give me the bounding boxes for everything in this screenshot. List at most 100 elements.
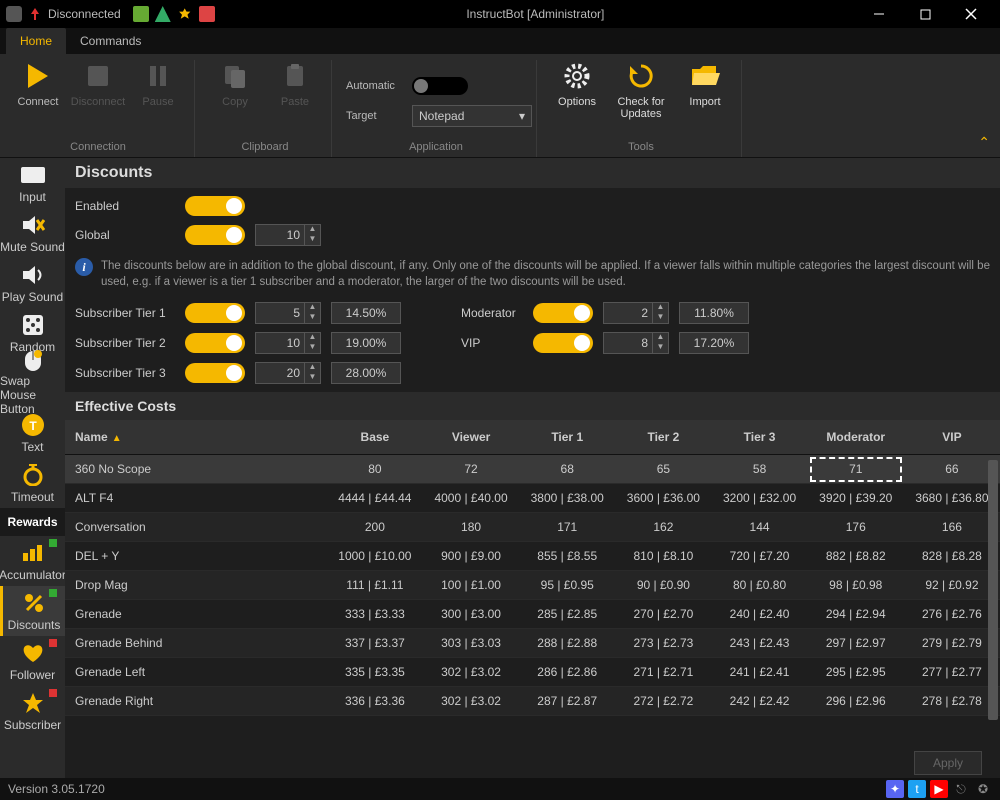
mod-pct: 11.80% [679, 302, 749, 324]
scrollbar[interactable] [988, 460, 998, 720]
close-button[interactable] [948, 0, 994, 28]
tray-icon-2[interactable] [155, 6, 171, 22]
twitter-icon[interactable]: t [908, 780, 926, 798]
tier1-value[interactable]: ▲▼ [255, 302, 321, 324]
spin-down-icon[interactable]: ▼ [304, 235, 320, 245]
link-icon[interactable]: ⎋ [952, 780, 970, 798]
ribbon-collapse[interactable]: ⌃ [978, 134, 990, 151]
automatic-toggle[interactable] [412, 77, 468, 95]
tab-commands[interactable]: Commands [66, 28, 155, 54]
column-header[interactable]: Base [327, 420, 423, 455]
tab-home[interactable]: Home [6, 28, 66, 54]
copy-icon [219, 60, 251, 92]
column-header[interactable]: Tier 2 [615, 420, 711, 455]
mod-switch[interactable] [533, 303, 593, 323]
tier2-switch[interactable] [185, 333, 245, 353]
tray-icon-1[interactable] [133, 6, 149, 22]
tier1-switch[interactable] [185, 303, 245, 323]
spin-down-icon[interactable]: ▼ [652, 313, 668, 323]
apply-button[interactable]: Apply [914, 751, 982, 775]
cell-value: 68 [519, 455, 615, 484]
costs-table: Name▲BaseViewerTier 1Tier 2Tier 3Moderat… [65, 420, 1000, 716]
cell-value: 100 | £1.00 [423, 571, 519, 600]
sidebar-item-discounts[interactable]: Discounts [0, 586, 65, 636]
column-header[interactable]: Viewer [423, 420, 519, 455]
column-header[interactable]: Name▲ [65, 420, 327, 455]
maximize-button[interactable] [902, 0, 948, 28]
cell-value: 1000 | £10.00 [327, 542, 423, 571]
vip-value[interactable]: ▲▼ [603, 332, 669, 354]
automatic-label: Automatic [346, 80, 404, 92]
global-value[interactable]: ▲▼ [255, 224, 321, 246]
cell-value: 271 | £2.71 [615, 658, 711, 687]
sidebar-item-input[interactable]: Input [0, 158, 65, 208]
import-button[interactable]: Import [679, 60, 731, 108]
column-header[interactable]: VIP [904, 420, 1000, 455]
spin-down-icon[interactable]: ▼ [652, 343, 668, 353]
pause-button[interactable]: Pause [132, 60, 184, 108]
sidebar-item-accumulator[interactable]: Accumulator [0, 536, 65, 586]
mod-value[interactable]: ▲▼ [603, 302, 669, 324]
table-row[interactable]: Grenade Right336 | £3.36302 | £3.02287 |… [65, 687, 1000, 716]
sidebar-item-text[interactable]: TText [0, 408, 65, 458]
sidebar-item-follower[interactable]: Follower [0, 636, 65, 686]
sort-asc-icon: ▲ [112, 433, 122, 444]
enabled-switch[interactable] [185, 196, 245, 216]
target-select[interactable]: Notepad ▾ [412, 105, 532, 127]
table-row[interactable]: ALT F44444 | £44.444000 | £40.003800 | £… [65, 484, 1000, 513]
cell-value: 297 | £2.97 [808, 629, 904, 658]
youtube-icon[interactable]: ▶ [930, 780, 948, 798]
sidebar-item-subscriber[interactable]: Subscriber [0, 686, 65, 736]
options-button[interactable]: Options [551, 60, 603, 108]
table-row[interactable]: Grenade Left335 | £3.35302 | £3.02286 | … [65, 658, 1000, 687]
connection-status: Disconnected [6, 6, 121, 22]
sidebar-item-timeout[interactable]: Timeout [0, 458, 65, 508]
mod-label: Moderator [461, 306, 523, 320]
ribbon-group-application: Automatic Target Notepad ▾ Application [342, 60, 537, 157]
table-row[interactable]: Grenade333 | £3.33300 | £3.00285 | £2.85… [65, 600, 1000, 629]
cell-value: 720 | £7.20 [711, 542, 807, 571]
cell-value: 287 | £2.87 [519, 687, 615, 716]
tier2-value[interactable]: ▲▼ [255, 332, 321, 354]
tier3-switch[interactable] [185, 363, 245, 383]
sidebar-item-rewards[interactable]: Rewards [0, 508, 65, 536]
tray-icon-3[interactable] [177, 6, 193, 22]
tier3-value[interactable]: ▲▼ [255, 362, 321, 384]
sidebar-item-swap-mouse[interactable]: Swap Mouse Button [0, 358, 65, 408]
heart-icon [20, 640, 46, 666]
table-row[interactable]: DEL + Y1000 | £10.00900 | £9.00855 | £8.… [65, 542, 1000, 571]
column-header[interactable]: Tier 1 [519, 420, 615, 455]
cell-value: 286 | £2.86 [519, 658, 615, 687]
table-row[interactable]: Conversation200180171162144176166 [65, 513, 1000, 542]
check-updates-button[interactable]: Check for Updates [611, 60, 671, 120]
discord-icon[interactable]: ✦ [886, 780, 904, 798]
table-row[interactable]: 360 No Scope80726865587166 [65, 455, 1000, 484]
minimize-button[interactable] [856, 0, 902, 28]
table-row[interactable]: Grenade Behind337 | £3.37303 | £3.03288 … [65, 629, 1000, 658]
effective-costs-title: Effective Costs [75, 398, 990, 414]
table-row[interactable]: Drop Mag111 | £1.11100 | £1.0095 | £0.95… [65, 571, 1000, 600]
cell-value: 180 [423, 513, 519, 542]
sidebar-item-mute-sound[interactable]: Mute Sound [0, 208, 65, 258]
column-header[interactable]: Tier 3 [711, 420, 807, 455]
bot-small-icon[interactable]: ✪ [974, 780, 992, 798]
cell-name: DEL + Y [65, 542, 327, 571]
disconnect-button[interactable]: Disconnect [72, 60, 124, 108]
tray-icon-4[interactable] [199, 6, 215, 22]
vip-switch[interactable] [533, 333, 593, 353]
cell-value: 242 | £2.42 [711, 687, 807, 716]
statusbar: Version 3.05.1720 ✦ t ▶ ⎋ ✪ [0, 778, 1000, 800]
spin-down-icon[interactable]: ▼ [304, 373, 320, 383]
spin-down-icon[interactable]: ▼ [304, 343, 320, 353]
connect-button[interactable]: Connect [12, 60, 64, 108]
version-label: Version 3.05.1720 [8, 782, 105, 796]
tray-icons [133, 6, 215, 22]
paste-button[interactable]: Paste [269, 60, 321, 108]
global-switch[interactable] [185, 225, 245, 245]
copy-button[interactable]: Copy [209, 60, 261, 108]
column-header[interactable]: Moderator [808, 420, 904, 455]
sidebar-item-play-sound[interactable]: Play Sound [0, 258, 65, 308]
cell-value: 4000 | £40.00 [423, 484, 519, 513]
ribbon-group-tools: Options Check for Updates Import Tools [547, 60, 742, 157]
spin-down-icon[interactable]: ▼ [304, 313, 320, 323]
